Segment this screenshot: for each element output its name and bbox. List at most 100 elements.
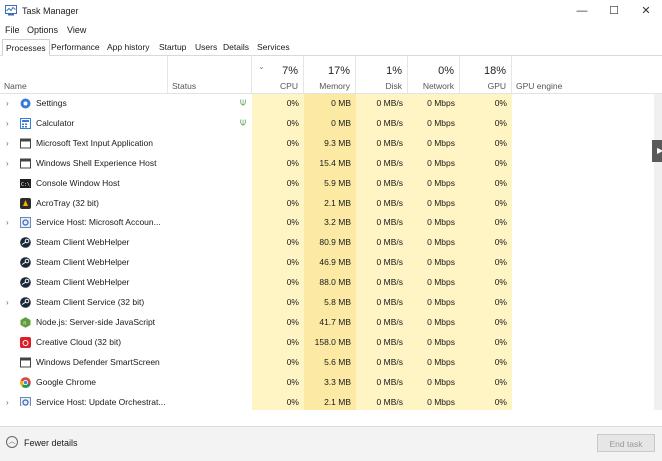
process-name: Steam Client WebHelper bbox=[36, 277, 130, 288]
process-name: Settings bbox=[36, 98, 67, 108]
chevron-right-icon[interactable]: › bbox=[6, 398, 14, 407]
steam-icon bbox=[20, 277, 31, 288]
console-icon: C:\ bbox=[20, 178, 31, 189]
close-button[interactable]: ✕ bbox=[630, 0, 662, 22]
cpu-value: 0% bbox=[286, 197, 299, 208]
network-percent: 0% bbox=[438, 65, 454, 77]
gpu-value: 0% bbox=[494, 177, 507, 188]
cpu-value: 0% bbox=[286, 376, 299, 387]
svg-text:n: n bbox=[23, 320, 26, 326]
chevron-right-icon[interactable]: › bbox=[6, 298, 14, 307]
process-name: Steam Client Service (32 bit) bbox=[36, 297, 145, 307]
network-label: Network bbox=[422, 81, 454, 91]
tab-bar: Processes Performance App history Startu… bbox=[0, 38, 662, 56]
tab-app-history[interactable]: App history bbox=[104, 40, 153, 54]
disk-value: 0 MB/s bbox=[376, 137, 403, 148]
minimize-button[interactable]: — bbox=[566, 0, 598, 22]
cpu-value: 0% bbox=[286, 177, 299, 188]
service-host-icon bbox=[20, 217, 31, 229]
tab-details[interactable]: Details bbox=[220, 40, 252, 54]
process-name: Windows Shell Experience Host bbox=[36, 157, 157, 168]
gpu-percent: 18% bbox=[483, 65, 506, 77]
column-disk[interactable]: 1% Disk bbox=[356, 56, 408, 93]
column-gpu[interactable]: 18% GPU bbox=[460, 56, 512, 93]
gpu-value: 0% bbox=[494, 316, 507, 327]
process-row[interactable]: AcroTray (32 bit) 0% 2.1 MB 0 MB/s 0 Mbps 0% bbox=[0, 194, 662, 214]
network-value: 0 Mbps bbox=[427, 336, 455, 347]
disk-percent: 1% bbox=[386, 65, 402, 77]
cpu-value: 0% bbox=[286, 117, 299, 128]
steam-icon bbox=[20, 257, 31, 268]
column-name-label: Name bbox=[4, 81, 27, 91]
memory-value: 15.4 MB bbox=[319, 157, 351, 168]
process-row[interactable]: › Settings ⍦ 0% 0 MB 0 MB/s 0 Mbps 0% bbox=[0, 94, 662, 114]
menu-view[interactable]: View bbox=[67, 25, 86, 35]
process-row[interactable]: Creative Cloud (32 bit) 0% 158.0 MB 0 MB/s 0… bbox=[0, 333, 662, 353]
chevron-right-icon[interactable]: › bbox=[6, 119, 14, 128]
maximize-button[interactable]: ☐ bbox=[598, 0, 630, 22]
disk-value: 0 MB/s bbox=[376, 356, 403, 367]
gpu-value: 0% bbox=[494, 356, 507, 367]
cpu-value: 0% bbox=[286, 257, 299, 268]
chevron-right-icon[interactable]: › bbox=[6, 99, 14, 108]
gpu-value: 0% bbox=[494, 277, 507, 288]
process-row[interactable]: › Windows Shell Experience Host 0% 15.4 MB 0… bbox=[0, 154, 662, 174]
gpu-value: 0% bbox=[494, 297, 507, 307]
chevron-right-icon[interactable]: › bbox=[6, 139, 14, 148]
tab-services[interactable]: Services bbox=[254, 40, 293, 54]
network-value: 0 Mbps bbox=[427, 316, 455, 327]
column-gpu-engine[interactable]: GPU engine bbox=[512, 56, 654, 93]
app-window-icon bbox=[20, 138, 31, 149]
chevron-right-icon[interactable]: › bbox=[6, 218, 14, 227]
suspended-leaf-icon: ⍦ bbox=[240, 97, 246, 108]
column-cpu[interactable]: ⌄ 7% CPU bbox=[252, 56, 304, 93]
tab-users[interactable]: Users bbox=[192, 40, 220, 54]
gpu-value: 0% bbox=[494, 257, 507, 268]
column-name[interactable]: Name bbox=[0, 56, 168, 93]
chevron-up-icon[interactable]: ︿ bbox=[6, 436, 18, 448]
network-value: 0 Mbps bbox=[427, 356, 455, 367]
process-row[interactable]: › Service Host: Update Orchestrat... 0% 2.1… bbox=[0, 393, 662, 407]
process-row[interactable]: Google Chrome 0% 3.3 MB 0 MB/s 0 Mbps 0% bbox=[0, 373, 662, 393]
memory-value: 3.2 MB bbox=[324, 217, 351, 228]
acrotray-icon bbox=[20, 197, 31, 209]
process-row[interactable]: Steam Client WebHelper 0% 88.0 MB 0 MB/s 0 M… bbox=[0, 273, 662, 293]
network-value: 0 Mbps bbox=[427, 396, 455, 407]
cpu-percent: 7% bbox=[282, 65, 298, 77]
memory-value: 5.9 MB bbox=[324, 177, 351, 188]
cpu-label: CPU bbox=[280, 81, 298, 91]
process-row[interactable]: n Node.js: Server-side JavaScript 0% 41.7 M… bbox=[0, 313, 662, 333]
tab-performance[interactable]: Performance bbox=[48, 40, 103, 54]
disk-value: 0 MB/s bbox=[376, 197, 403, 208]
process-name: Service Host: Update Orchestrat... bbox=[36, 396, 166, 407]
network-value: 0 Mbps bbox=[427, 197, 455, 208]
column-memory[interactable]: 17% Memory bbox=[304, 56, 356, 93]
disk-value: 0 MB/s bbox=[376, 376, 403, 387]
steam-icon bbox=[20, 297, 31, 308]
chevron-right-icon[interactable]: › bbox=[6, 159, 14, 168]
process-name: Steam Client WebHelper bbox=[36, 237, 130, 248]
tab-processes[interactable]: Processes bbox=[2, 39, 50, 56]
column-status-label: Status bbox=[172, 81, 197, 91]
process-row[interactable]: Windows Defender SmartScreen 0% 5.6 MB 0 MB… bbox=[0, 353, 662, 373]
memory-value: 0 MB bbox=[331, 98, 351, 108]
column-status[interactable]: Status bbox=[168, 56, 252, 93]
network-value: 0 Mbps bbox=[427, 137, 455, 148]
process-row[interactable]: › Steam Client Service (32 bit) 0% 5.8 MB 0 … bbox=[0, 293, 662, 313]
process-row[interactable]: Steam Client WebHelper 0% 80.9 MB 0 MB/s 0 M… bbox=[0, 233, 662, 253]
process-row[interactable]: Steam Client WebHelper 0% 46.9 MB 0 MB/s 0 M… bbox=[0, 253, 662, 273]
calculator-icon bbox=[20, 117, 31, 129]
process-row[interactable]: C:\ Console Window Host 0% 5.9 MB 0 MB/s 0 Mb… bbox=[0, 174, 662, 194]
window-title: Task Manager bbox=[22, 6, 79, 16]
process-row[interactable]: › Calculator ⍦ 0% 0 MB 0 MB/s 0 Mbps 0% bbox=[0, 114, 662, 134]
fewer-details-link[interactable]: Fewer details bbox=[24, 438, 78, 448]
column-network[interactable]: 0% Network bbox=[408, 56, 460, 93]
process-row[interactable]: › Microsoft Text Input Application 0% 9.3 M… bbox=[0, 134, 662, 154]
tab-startup[interactable]: Startup bbox=[156, 40, 189, 54]
gear-icon bbox=[20, 98, 31, 109]
menu-options[interactable]: Options bbox=[27, 25, 58, 35]
end-task-button[interactable]: End task bbox=[597, 434, 655, 452]
process-row[interactable]: › Service Host: Microsoft Accoun... 0% 3.2 … bbox=[0, 213, 662, 233]
menu-file[interactable]: File bbox=[5, 25, 20, 35]
nodejs-icon: n bbox=[20, 317, 31, 328]
